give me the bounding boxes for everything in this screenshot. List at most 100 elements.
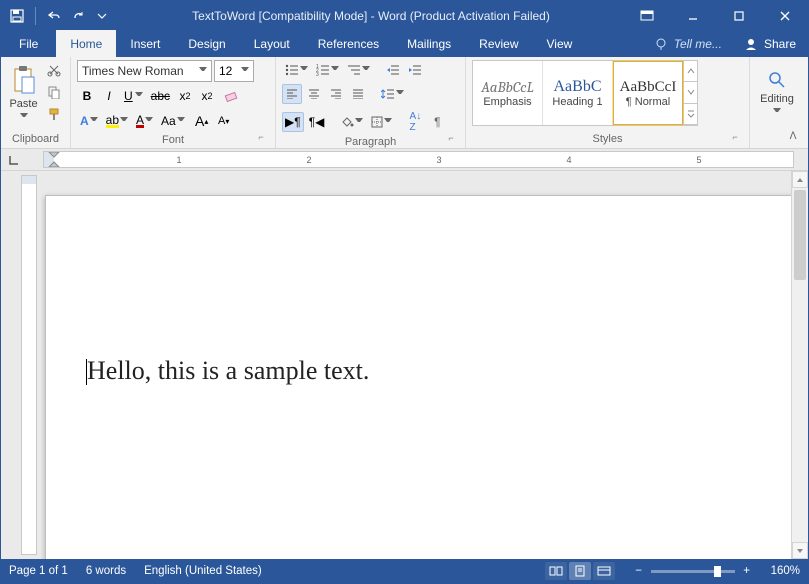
ruler-num: 1: [176, 155, 181, 165]
sort-button[interactable]: A↓Z: [405, 108, 425, 136]
subscript-button[interactable]: x2: [175, 86, 195, 106]
text-effects-button[interactable]: A: [77, 111, 101, 131]
bullets-button[interactable]: [282, 60, 311, 80]
zoom-level[interactable]: 160%: [771, 565, 800, 577]
paste-button[interactable]: Paste: [7, 60, 40, 126]
ruler-row: 1 2 3 4 5: [1, 149, 808, 171]
undo-icon[interactable]: [44, 6, 64, 26]
increase-indent-button[interactable]: [405, 60, 425, 80]
align-right-button[interactable]: [326, 84, 346, 104]
read-mode-icon[interactable]: [545, 562, 567, 580]
minimize-icon[interactable]: [670, 1, 716, 30]
zoom-in-icon[interactable]: +: [741, 565, 753, 577]
group-font: Times New Roman 12 B I U abc x2 x2 A ab …: [71, 57, 276, 148]
copy-button[interactable]: [44, 82, 64, 102]
tab-design[interactable]: Design: [174, 30, 239, 57]
italic-button[interactable]: I: [99, 86, 119, 106]
qat-customize-icon[interactable]: [92, 6, 112, 26]
grow-font-button[interactable]: A▴: [192, 110, 212, 132]
font-name-combo[interactable]: Times New Roman: [77, 60, 212, 82]
tab-home[interactable]: Home: [56, 30, 116, 57]
status-page[interactable]: Page 1 of 1: [9, 565, 68, 577]
status-language[interactable]: English (United States): [144, 565, 262, 577]
share-button[interactable]: Share: [732, 30, 808, 57]
ltr-button[interactable]: ▶¶: [282, 112, 304, 132]
tab-insert[interactable]: Insert: [116, 30, 174, 57]
zoom-out-icon[interactable]: −: [633, 565, 645, 577]
editing-button[interactable]: Editing: [756, 60, 798, 126]
align-center-button[interactable]: [304, 84, 324, 104]
tab-layout[interactable]: Layout: [240, 30, 304, 57]
decrease-indent-button[interactable]: [383, 60, 403, 80]
zoom-thumb[interactable]: [714, 566, 721, 577]
print-layout-icon[interactable]: [569, 562, 591, 580]
scroll-down-icon[interactable]: [792, 542, 808, 559]
page-container[interactable]: Hello, this is a sample text.: [41, 171, 791, 559]
highlight-button[interactable]: ab: [103, 111, 131, 131]
styles-scroll-up-icon[interactable]: [684, 61, 697, 82]
tab-references[interactable]: References: [304, 30, 393, 57]
lightbulb-icon: [654, 37, 668, 51]
change-case-button[interactable]: Aa: [158, 111, 188, 131]
tab-review[interactable]: Review: [465, 30, 532, 57]
group-clipboard: Paste Clipboard⌐: [1, 57, 71, 148]
vertical-scrollbar[interactable]: [791, 171, 808, 559]
group-styles: AaBbCcL Emphasis AaBbC Heading 1 AaBbCcI…: [466, 57, 750, 148]
tell-me-search[interactable]: Tell me...: [644, 30, 732, 57]
ribbon-display-options-icon[interactable]: [624, 1, 670, 30]
paragraph-launcher-icon[interactable]: ⌐: [441, 128, 461, 148]
clipboard-launcher-icon[interactable]: ⌐: [46, 127, 66, 147]
strikethrough-button[interactable]: abc: [148, 86, 173, 106]
tab-selector[interactable]: [1, 149, 41, 170]
style-normal[interactable]: AaBbCcI ¶ Normal: [613, 61, 683, 125]
style-emphasis[interactable]: AaBbCcL Emphasis: [473, 61, 543, 125]
style-preview: AaBbC: [554, 78, 602, 96]
styles-launcher-icon[interactable]: ⌐: [725, 127, 745, 147]
shrink-font-button[interactable]: A▾: [214, 111, 234, 131]
indent-markers-icon[interactable]: [48, 151, 62, 168]
cut-button[interactable]: [44, 60, 64, 80]
clear-formatting-button[interactable]: [221, 86, 243, 106]
tab-mailings[interactable]: Mailings: [393, 30, 465, 57]
close-icon[interactable]: [762, 1, 808, 30]
copy-icon: [47, 85, 61, 99]
tab-view[interactable]: View: [533, 30, 587, 57]
zoom-track[interactable]: [651, 570, 735, 573]
collapse-ribbon-icon[interactable]: ᐱ: [783, 126, 803, 146]
style-name: ¶ Normal: [626, 96, 670, 108]
align-left-button[interactable]: [282, 84, 302, 104]
horizontal-ruler[interactable]: 1 2 3 4 5: [43, 151, 794, 168]
maximize-icon[interactable]: [716, 1, 762, 30]
format-painter-button[interactable]: [44, 104, 64, 124]
redo-icon[interactable]: [68, 6, 88, 26]
status-words[interactable]: 6 words: [86, 565, 126, 577]
styles-more-icon[interactable]: [684, 104, 697, 125]
styles-scroll-down-icon[interactable]: [684, 82, 697, 103]
scroll-track[interactable]: [792, 188, 808, 542]
font-launcher-icon[interactable]: ⌐: [251, 127, 271, 147]
page[interactable]: Hello, this is a sample text.: [45, 195, 791, 559]
line-spacing-button[interactable]: [378, 84, 407, 104]
bold-button[interactable]: B: [77, 86, 97, 106]
borders-button[interactable]: [368, 112, 395, 132]
tab-file[interactable]: File: [1, 30, 56, 57]
superscript-button[interactable]: x2: [197, 86, 217, 106]
numbering-button[interactable]: 123: [313, 60, 342, 80]
rtl-button[interactable]: ¶◀: [306, 112, 328, 132]
web-layout-icon[interactable]: [593, 562, 615, 580]
justify-button[interactable]: [348, 84, 368, 104]
zoom-slider[interactable]: − +: [633, 565, 753, 577]
underline-button[interactable]: U: [121, 86, 146, 106]
font-color-button[interactable]: A: [133, 111, 156, 131]
ruler-num: 2: [306, 155, 311, 165]
style-heading-1[interactable]: AaBbC Heading 1: [543, 61, 613, 125]
save-icon[interactable]: [7, 6, 27, 26]
outdent-icon: [386, 64, 400, 76]
scroll-up-icon[interactable]: [792, 171, 808, 188]
shading-button[interactable]: [337, 112, 366, 132]
document-body[interactable]: Hello, this is a sample text.: [46, 196, 791, 386]
vertical-ruler[interactable]: [21, 175, 37, 555]
multilevel-list-button[interactable]: [344, 60, 373, 80]
font-size-combo[interactable]: 12: [214, 60, 254, 82]
scroll-thumb[interactable]: [794, 190, 806, 280]
